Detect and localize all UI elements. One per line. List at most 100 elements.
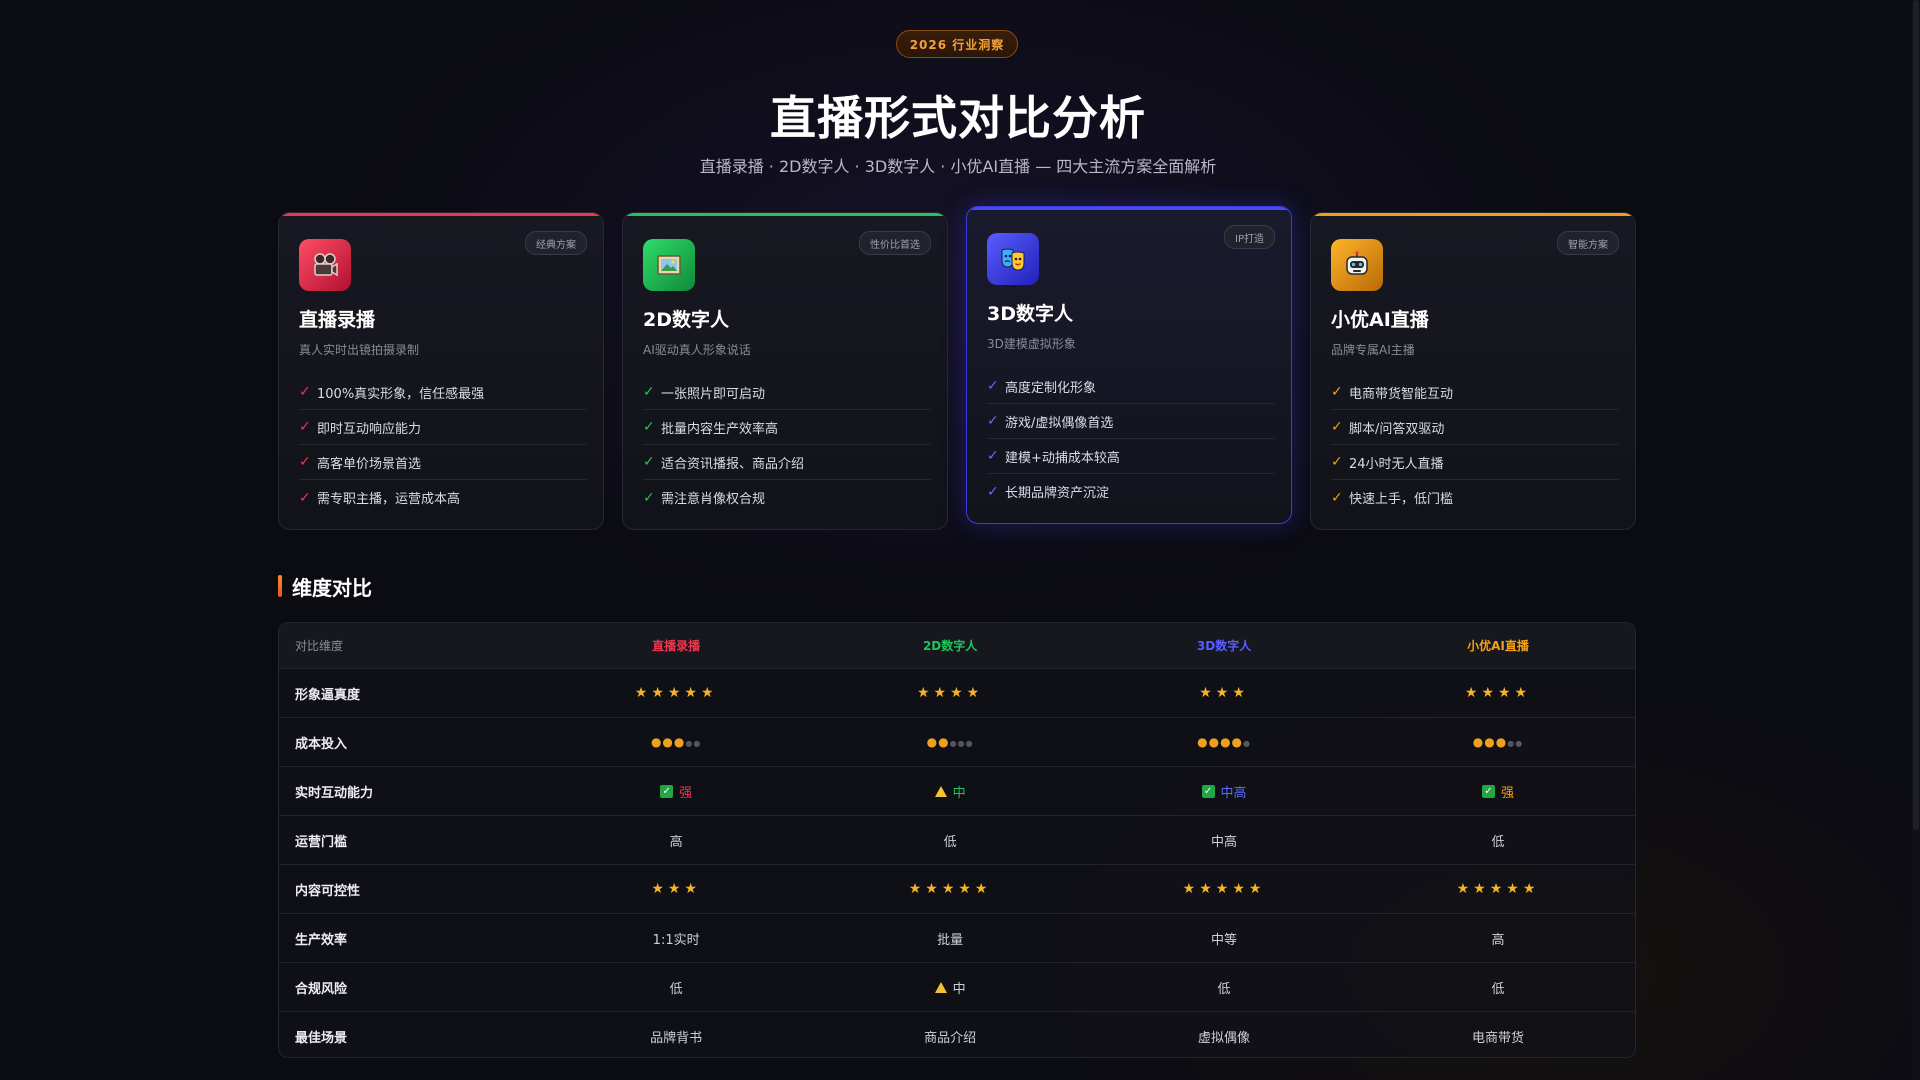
table-cell: ★★★★★	[539, 685, 813, 701]
star-rating: ★★★★★	[1456, 881, 1540, 897]
feature-list: ✓ 100%真实形象，信任感最强 ✓ 即时互动响应能力 ✓ 高客单价场景首选 ✓ 需专职…	[299, 375, 587, 515]
warning-icon	[934, 981, 947, 993]
table-cell: 低	[1491, 834, 1505, 850]
check-icon: ✓	[987, 448, 999, 464]
table-row: 运营门槛 高 低 中高 低	[279, 816, 1635, 865]
card-accent-line	[967, 207, 1291, 210]
header-3d-digital-human: 3D数字人	[1196, 639, 1252, 653]
card-title: 直播录播	[299, 309, 376, 331]
table-row: 形象逼真度 ★★★★★ ★★★★ ★★★ ★★★★	[279, 669, 1635, 718]
check-icon: ✓	[299, 419, 311, 435]
table-cell: 商品介绍	[924, 1031, 977, 1046]
feature-item: ✓ 即时互动响应能力	[299, 410, 587, 445]
check-icon: ✓	[1331, 419, 1343, 435]
table-cell: 低	[943, 834, 957, 850]
star-rating: ★★★★	[1464, 685, 1532, 701]
table-cell: 中等	[1211, 932, 1238, 948]
feature-list: ✓ 电商带货智能互动 ✓ 脚本/问答双驱动 ✓ 24小时无人直播 ✓ 快速上手，低门槛	[1331, 375, 1619, 515]
row-label: 合规风险	[295, 981, 348, 997]
card-tag: 智能方案	[1557, 231, 1619, 255]
table-cell: 1:1实时	[652, 932, 700, 948]
header-2d-digital-human: 2D数字人	[922, 639, 978, 653]
status-text: 低	[1491, 981, 1505, 997]
table-cell: ●●●●●	[1087, 735, 1361, 749]
status-text: 中	[952, 981, 966, 997]
check-box-icon: ✓	[1482, 784, 1495, 798]
theater-masks-icon	[987, 233, 1039, 285]
table-cell: ★★★★★	[813, 881, 1087, 897]
status-text: 强	[679, 785, 693, 801]
table-cell: ★★★★★	[1087, 881, 1361, 897]
page-title: 直播形式对比分析	[770, 91, 1146, 145]
check-icon: ✓	[643, 419, 655, 435]
status-text: 中	[952, 785, 966, 801]
cost-dots: ●●●●●	[926, 735, 974, 749]
row-label: 生产效率	[295, 932, 348, 948]
status-text: 低	[1217, 981, 1231, 997]
card-2d-digital-human[interactable]: 性价比首选 2D数字人 AI驱动真人形象说话 ✓ 一张照片即可启动 ✓ 批量内容生产…	[622, 212, 948, 530]
scrollbar-thumb[interactable]	[1913, 0, 1919, 830]
table-cell: 中	[813, 978, 1087, 997]
feature-item: ✓ 需专职主播，运营成本高	[299, 489, 461, 508]
table-cell: 中	[813, 782, 1087, 801]
section-title: 维度对比	[278, 574, 372, 600]
check-icon: ✓	[1331, 489, 1343, 506]
table-cell: ●●●●●	[1361, 735, 1635, 749]
year-badge: 2026 行业洞察	[896, 30, 1018, 58]
table-cell: ★★★★	[813, 685, 1087, 701]
check-icon: ✓	[1331, 384, 1343, 400]
table-cell: ✓ 中高	[1087, 782, 1361, 801]
status-text: 中高	[1220, 785, 1247, 801]
table-cell: 高	[1491, 932, 1505, 948]
comparison-table: 对比维度 直播录播 2D数字人 3D数字人 小优AI直播 形象逼真度 ★★★★★ ★…	[278, 622, 1636, 1058]
row-label: 成本投入	[295, 736, 348, 752]
card-title: 3D数字人	[987, 303, 1073, 325]
table-cell: ★★★★★	[1361, 881, 1635, 897]
feature-item: ✓ 需注意肖像权合规	[643, 489, 766, 508]
table-cell: ✓ 强	[1361, 782, 1635, 801]
feature-item: ✓ 批量内容生产效率高	[643, 410, 931, 445]
table-row: 最佳场景 品牌背书 商品介绍 虚拟偶像 电商带货	[279, 1012, 1635, 1057]
card-tag: 经典方案	[525, 231, 587, 255]
cost-dots: ●●●●●	[1197, 735, 1252, 749]
card-description: 真人实时出镜拍摄录制	[299, 343, 420, 357]
feature-item: ✓ 快速上手，低门槛	[1331, 489, 1454, 508]
card-tag: IP打造	[1224, 225, 1275, 249]
card-title: 小优AI直播	[1331, 309, 1429, 331]
table-cell: 电商带货	[1472, 1031, 1525, 1046]
feature-item: ✓ 高度定制化形象	[987, 369, 1275, 404]
card-xiaoyou-ai-live[interactable]: 智能方案 小优AI直播 品牌专属AI主播 ✓ 电商带货智能互动 ✓ 脚本/问答双驱动…	[1310, 212, 1636, 530]
card-live-recording[interactable]: 经典方案 直播录播 真人实时出镜拍摄录制 ✓ 100%真实形象，信任感最强 ✓ 即时…	[278, 212, 604, 530]
card-3d-digital-human[interactable]: IP打造 3D数字人 3D建模虚拟形象 ✓ 高度定制化形象 ✓ 游戏/虚拟偶像首选 …	[966, 206, 1292, 524]
row-label: 形象逼真度	[295, 687, 361, 703]
feature-item: ✓ 100%真实形象，信任感最强	[299, 375, 587, 410]
page-subtitle: 直播录播 · 2D数字人 · 3D数字人 · 小优AI直播 — 四大主流方案全面…	[699, 157, 1217, 176]
table-cell: ✓ 强	[539, 782, 813, 801]
row-label: 运营门槛	[295, 834, 348, 850]
feature-item: ✓ 长期品牌资产沉淀	[987, 483, 1110, 502]
table-cell: 高	[669, 834, 683, 850]
table-cell: 品牌背书	[650, 1031, 703, 1046]
card-accent-line	[623, 213, 947, 216]
page: 2026 行业洞察 直播形式对比分析 直播录播 · 2D数字人 · 3D数字人 …	[0, 0, 1920, 1080]
table-row: 生产效率 1:1实时 批量 中等 高	[279, 914, 1635, 963]
section-title-text: 维度对比	[292, 575, 372, 600]
table-row: 成本投入 ●●●●● ●●●●● ●●●●● ●●●●●	[279, 718, 1635, 767]
card-accent-line	[279, 213, 603, 216]
scrollbar[interactable]	[1912, 0, 1920, 1080]
feature-item: ✓ 脚本/问答双驱动	[1331, 410, 1619, 445]
cost-dots: ●●●●●	[1472, 735, 1524, 749]
star-rating: ★★★★★	[908, 881, 992, 897]
table-cell: 低	[1361, 978, 1635, 997]
star-rating: ★★★	[651, 881, 701, 897]
card-title: 2D数字人	[643, 309, 729, 331]
check-icon: ✓	[643, 454, 655, 470]
card-description: 3D建模虚拟形象	[987, 337, 1076, 351]
picture-icon	[643, 239, 695, 291]
table-row: 内容可控性 ★★★ ★★★★★ ★★★★★ ★★★★★	[279, 865, 1635, 914]
section-accent-bar	[278, 575, 282, 597]
table-cell: 低	[1087, 978, 1361, 997]
card-description: AI驱动真人形象说话	[643, 343, 751, 357]
check-icon: ✓	[1331, 454, 1343, 470]
header-xiaoyou-ai-live: 小优AI直播	[1467, 639, 1529, 653]
